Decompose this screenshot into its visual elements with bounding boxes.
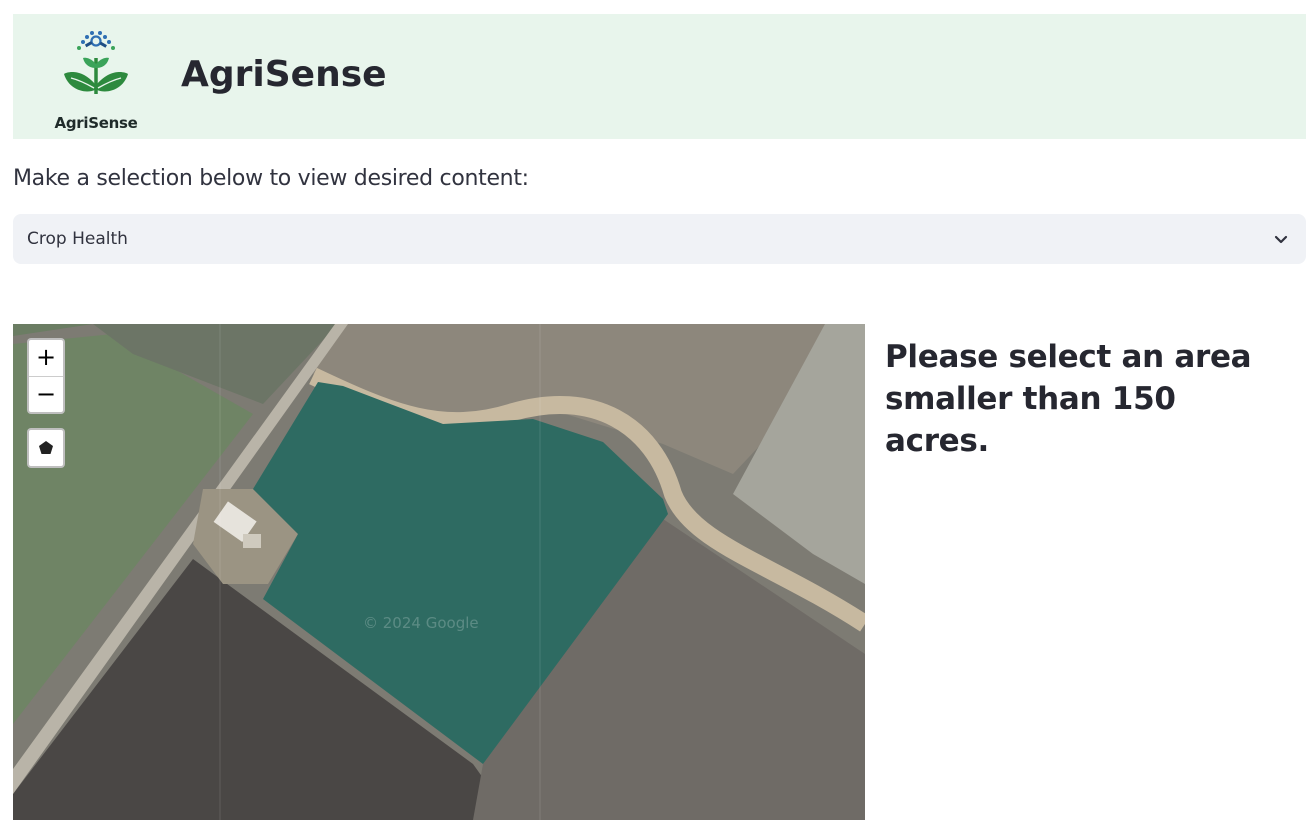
zoom-out-button[interactable]: − [29, 376, 63, 412]
app-title: AgriSense [181, 54, 387, 95]
zoom-control: + − [27, 338, 65, 414]
zoom-in-button[interactable]: + [29, 340, 63, 376]
content-select-value: Crop Health [27, 229, 128, 249]
plant-logo-icon [64, 31, 128, 94]
area-limit-message: Please select an area smaller than 150 a… [885, 339, 1252, 459]
selection-prompt: Make a selection below to view desired c… [13, 166, 529, 191]
draw-polygon-button[interactable] [27, 428, 65, 468]
logo-wordmark: AgriSense [54, 114, 138, 132]
polygon-icon [39, 441, 53, 454]
map-attribution: © 2024 Google [363, 614, 479, 632]
content-select[interactable]: Crop Health [13, 214, 1306, 264]
chevron-down-icon [1274, 232, 1288, 250]
satellite-map[interactable]: © 2024 Google + − [13, 324, 865, 820]
agrisense-logo: AgriSense [53, 28, 139, 132]
app-header: AgriSense AgriSense [13, 14, 1306, 139]
satellite-imagery [13, 324, 865, 820]
